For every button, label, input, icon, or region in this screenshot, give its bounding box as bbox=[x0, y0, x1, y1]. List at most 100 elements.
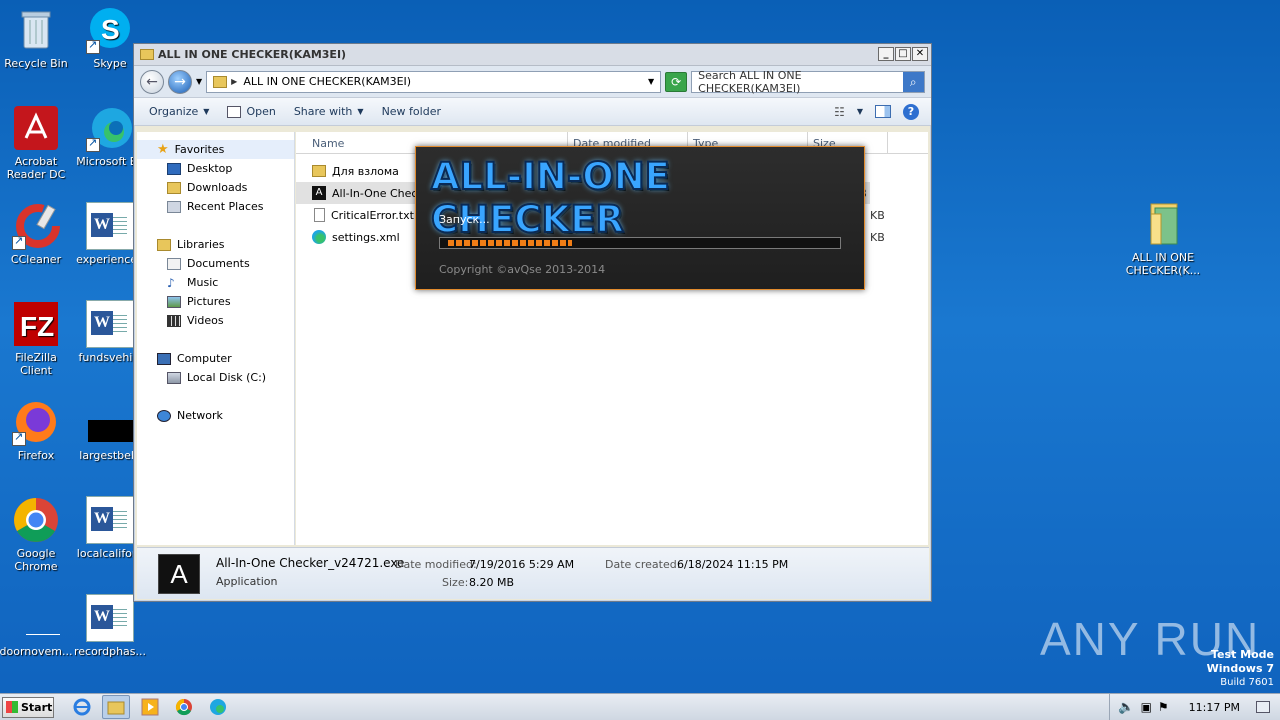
taskbar-ie-icon[interactable] bbox=[68, 695, 96, 719]
flag-tray-icon[interactable]: ⚑ bbox=[1158, 700, 1169, 714]
forward-button[interactable]: → bbox=[168, 69, 192, 94]
desktop-icon-recycle-bin[interactable]: Recycle Bin bbox=[0, 6, 74, 70]
computer-icon bbox=[157, 352, 171, 365]
desktop-icon-recordphase[interactable]: recordphas... bbox=[72, 594, 148, 658]
desktop-icon-checker-folder[interactable]: ALL IN ONE CHECKER(K... bbox=[1124, 200, 1202, 277]
nav-local-disk[interactable]: Local Disk (C:) bbox=[137, 368, 294, 387]
chevron-down-icon: ▼ bbox=[203, 107, 210, 116]
view-controls: ☷ ▼ ? bbox=[834, 103, 931, 120]
details-date-modified-label: Date modified: bbox=[395, 558, 477, 571]
splash-status: Запуск... bbox=[439, 213, 490, 226]
filezilla-icon: FZ bbox=[12, 300, 60, 348]
desktop-icon-ccleaner[interactable]: CCleaner bbox=[0, 202, 74, 266]
share-with-button[interactable]: Share with ▼ bbox=[294, 105, 364, 118]
taskbar: Start 🔈 ▣ ⚑ 11:17 PM bbox=[0, 693, 1280, 720]
search-input[interactable]: Search ALL IN ONE CHECKER(KAM3EI) ⌕ bbox=[691, 68, 925, 95]
chevron-down-icon[interactable]: ▼ bbox=[648, 77, 654, 86]
open-button[interactable]: Open bbox=[227, 105, 276, 118]
test-mode-line: Test Mode bbox=[1211, 648, 1274, 661]
chevron-down-icon[interactable]: ▼ bbox=[857, 107, 863, 116]
pictures-icon bbox=[167, 295, 181, 308]
minimize-button[interactable]: _ bbox=[878, 47, 894, 61]
open-icon bbox=[227, 105, 242, 118]
app-large-icon: A bbox=[158, 554, 200, 594]
desktop-icon-label: Firefox bbox=[17, 449, 55, 462]
close-button[interactable]: ✕ bbox=[912, 47, 928, 61]
progress-fill bbox=[448, 240, 572, 246]
desktop-icon-label: Skype bbox=[93, 57, 127, 70]
details-date-modified: 7/19/2016 5:29 AM bbox=[469, 558, 575, 571]
view-options-icon[interactable]: ☷ bbox=[834, 105, 845, 119]
app-exe-icon: A bbox=[312, 186, 326, 200]
nav-pictures[interactable]: Pictures bbox=[137, 292, 294, 311]
breadcrumb-arrow-icon[interactable]: ▶ bbox=[231, 77, 237, 86]
desktop-icon-firefox[interactable]: Firefox bbox=[0, 398, 74, 462]
search-icon[interactable]: ⌕ bbox=[902, 71, 924, 92]
file-name: Для взлома bbox=[332, 164, 399, 178]
share-with-label: Share with bbox=[293, 105, 353, 118]
nav-music[interactable]: ♪ Music bbox=[137, 273, 294, 292]
build-line: Build 7601 bbox=[1220, 677, 1274, 688]
organize-label: Organize bbox=[149, 105, 199, 118]
address-bar-row: ← → ▼ ▶ ALL IN ONE CHECKER(KAM3EI) ▼ ⟳ S… bbox=[134, 66, 931, 98]
explorer-window[interactable]: ALL IN ONE CHECKER(KAM3EI) _ □ ✕ ← → ▼ ▶… bbox=[133, 43, 932, 602]
windows-version-line: Windows 7 bbox=[1206, 662, 1274, 675]
nav-label: Local Disk (C:) bbox=[187, 371, 267, 384]
nav-label: Music bbox=[187, 276, 219, 289]
nav-desktop[interactable]: Desktop bbox=[137, 159, 294, 178]
recent-places-icon bbox=[167, 200, 181, 213]
taskbar-explorer-icon[interactable] bbox=[102, 695, 130, 719]
nav-network[interactable]: Network bbox=[137, 406, 294, 425]
recent-pages-dropdown-icon[interactable]: ▼ bbox=[196, 77, 202, 86]
acrobat-icon bbox=[12, 104, 60, 152]
desktop-icon-doornovem[interactable]: doornovem... bbox=[0, 594, 74, 658]
desktop-icon-label: ALL IN ONE CHECKER(K... bbox=[1125, 251, 1201, 277]
taskbar-edge-icon[interactable] bbox=[204, 695, 232, 719]
nav-label: Network bbox=[177, 409, 223, 422]
svg-text:FZ: FZ bbox=[20, 311, 54, 342]
edge-icon bbox=[312, 230, 326, 244]
organize-button[interactable]: Organize ▼ bbox=[149, 105, 209, 118]
desktop-icon-chrome[interactable]: Google Chrome bbox=[0, 496, 74, 573]
help-icon[interactable]: ? bbox=[903, 103, 919, 120]
taskbar-media-player-icon[interactable] bbox=[136, 695, 164, 719]
splash-copyright: Copyright ©avQse 2013-2014 bbox=[439, 263, 606, 276]
nav-label: Libraries bbox=[177, 238, 225, 251]
nav-documents[interactable]: Documents bbox=[137, 254, 294, 273]
nav-label: Videos bbox=[187, 314, 224, 327]
search-placeholder: Search ALL IN ONE CHECKER(KAM3EI) bbox=[698, 68, 802, 95]
taskbar-chrome-icon[interactable] bbox=[170, 695, 198, 719]
nav-downloads[interactable]: Downloads bbox=[137, 178, 294, 197]
nav-videos[interactable]: Videos bbox=[137, 311, 294, 330]
videos-icon bbox=[167, 314, 181, 327]
network-tray-icon[interactable]: ▣ bbox=[1141, 700, 1152, 714]
desktop-icon-acrobat[interactable]: Acrobat Reader DC bbox=[0, 104, 74, 181]
nav-label: Desktop bbox=[187, 162, 233, 175]
details-size-label: Size: bbox=[442, 576, 469, 589]
nav-recent-places[interactable]: Recent Places bbox=[137, 197, 294, 216]
refresh-button[interactable]: ⟳ bbox=[665, 71, 688, 92]
skype-icon: S bbox=[86, 6, 134, 54]
clock[interactable]: 11:17 PM bbox=[1189, 701, 1240, 714]
show-desktop-button[interactable] bbox=[1256, 701, 1270, 713]
maximize-button[interactable]: □ bbox=[895, 47, 911, 61]
start-button[interactable]: Start bbox=[2, 696, 54, 718]
desktop-icon-filezilla[interactable]: FZ FileZilla Client bbox=[0, 300, 74, 377]
address-field[interactable]: ▶ ALL IN ONE CHECKER(KAM3EI) ▼ bbox=[206, 70, 662, 93]
word-doc-icon bbox=[86, 594, 134, 642]
window-titlebar[interactable]: ALL IN ONE CHECKER(KAM3EI) _ □ ✕ bbox=[134, 44, 931, 66]
nav-favorites[interactable]: ★ Favorites bbox=[137, 140, 294, 159]
volume-icon[interactable]: 🔈 bbox=[1118, 700, 1134, 715]
nav-computer[interactable]: Computer bbox=[137, 349, 294, 368]
file-size: KB bbox=[870, 230, 885, 244]
preview-pane-icon[interactable] bbox=[875, 105, 891, 118]
nav-label: Downloads bbox=[187, 181, 248, 194]
command-bar: Organize ▼ Open Share with ▼ New folder ☷ … bbox=[134, 98, 931, 126]
documents-icon bbox=[167, 257, 181, 270]
new-folder-button[interactable]: New folder bbox=[382, 105, 441, 118]
nav-libraries[interactable]: Libraries bbox=[137, 235, 294, 254]
text-file-icon bbox=[314, 208, 325, 222]
details-type: Application bbox=[216, 575, 278, 588]
back-button[interactable]: ← bbox=[140, 69, 164, 94]
desktop-icon-label: largestbelo bbox=[79, 449, 141, 462]
